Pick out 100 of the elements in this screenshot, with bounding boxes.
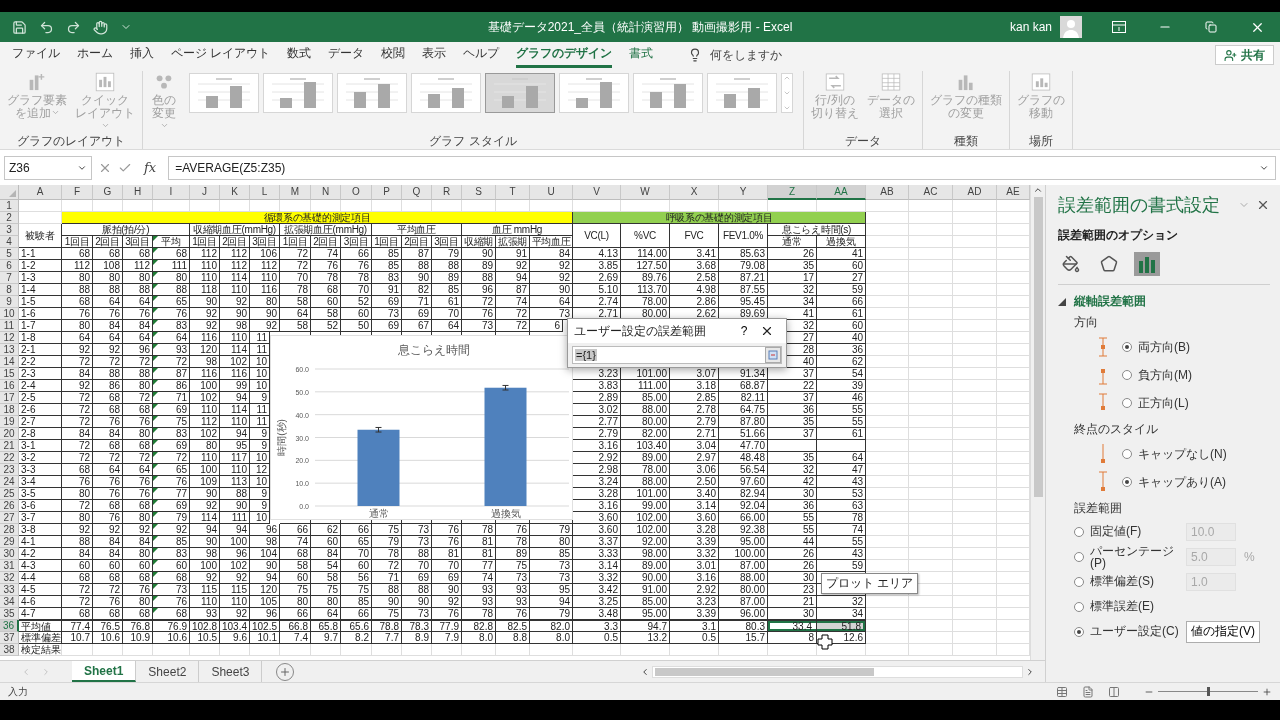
table-cell[interactable]: 115 [190,584,220,596]
table-cell[interactable]: 106 [250,248,280,260]
table-cell[interactable]: 93 [190,608,220,620]
radio-option[interactable]: キャップあり(A) [1122,473,1226,491]
table-cell[interactable]: 96 [462,284,496,296]
table-cell[interactable]: 92.04 [719,500,768,512]
table-cell[interactable]: 84 [123,536,153,548]
table-cell[interactable]: 112 [220,248,250,260]
table-cell[interactable]: 3.85 [573,260,621,272]
table-cell[interactable]: 58 [280,296,311,308]
table-cell[interactable]: 3.39 [670,536,719,548]
normal-view-icon[interactable] [1056,685,1068,698]
table-cell[interactable]: 76 [123,308,153,320]
table-cell[interactable]: 30 [768,572,817,584]
table-cell[interactable]: 68 [62,464,93,476]
table-cell[interactable]: 74 [311,248,341,260]
row-header[interactable]: 29 [0,536,19,548]
table-cell[interactable]: 110 [220,332,250,344]
table-cell[interactable]: 92 [93,524,123,536]
table-cell[interactable]: 88.00 [621,476,670,488]
table-cell[interactable]: 83 [153,548,190,560]
table-cell[interactable]: 103.4 [220,620,250,632]
table-cell[interactable]: 73 [372,308,402,320]
table-cell[interactable]: 62 [311,524,341,536]
table-cell[interactable]: 64 [530,296,573,308]
table-cell[interactable]: 52 [341,296,372,308]
table-cell[interactable]: 93 [496,584,530,596]
table-cell[interactable]: 64 [93,464,123,476]
table-cell[interactable]: 5.10 [573,284,621,296]
table-cell[interactable]: 108 [93,260,123,272]
table-cell[interactable]: 112 [190,416,220,428]
table-cell[interactable]: 72 [62,596,93,608]
table-cell[interactable]: 72 [153,356,190,368]
column-header[interactable]: W [621,185,670,200]
table-cell[interactable]: 64 [311,608,341,620]
table-cell[interactable]: 68.87 [719,380,768,392]
table-cell[interactable]: 78 [462,524,496,536]
table-cell[interactable]: 68 [123,440,153,452]
table-cell[interactable]: 64 [432,320,462,332]
table-cell[interactable]: 112 [62,260,93,272]
table-cell[interactable]: 68 [93,608,123,620]
table-cell[interactable]: 96 [220,548,250,560]
table-cell[interactable]: 88 [62,536,93,548]
table-cell[interactable]: 89 [496,548,530,560]
table-cell[interactable]: 68 [62,296,93,308]
table-cell[interactable]: 94 [496,272,530,284]
ribbon-tab[interactable]: 校閲 [381,42,406,68]
table-cell[interactable]: 92 [190,308,220,320]
table-cell[interactable]: 73 [153,584,190,596]
input-field[interactable]: ={1} [572,346,782,364]
table-cell[interactable]: 91 [496,248,530,260]
radio-option[interactable]: 正方向(L) [1122,394,1189,412]
table-cell[interactable]: 84 [62,548,93,560]
table-cell[interactable]: 11 [250,416,270,428]
radio-option[interactable]: 標準誤差(E) [1074,598,1182,615]
table-cell[interactable]: 80 [62,488,93,500]
table-cell[interactable]: 63 [817,500,866,512]
table-cell[interactable]: 68 [123,500,153,512]
table-cell[interactable]: 90 [402,596,432,608]
table-cell[interactable]: 78 [280,284,311,296]
column-header[interactable]: AD [953,185,997,200]
table-cell[interactable]: 64.75 [719,404,768,416]
column-header[interactable]: N [311,185,341,200]
table-cell[interactable]: 97.60 [719,476,768,488]
table-cell[interactable]: 91.34 [719,368,768,380]
table-cell[interactable]: 90 [190,536,220,548]
table-cell[interactable]: 3.16 [573,440,621,452]
table-cell[interactable]: 71 [153,392,190,404]
close-icon[interactable] [760,324,774,338]
table-cell[interactable]: 76 [341,260,372,272]
table-cell[interactable]: 70 [280,272,311,284]
table-cell[interactable]: 114.00 [621,248,670,260]
table-cell[interactable]: 83 [372,272,402,284]
row-header[interactable]: 22 [0,452,19,464]
table-cell[interactable]: 65.6 [341,620,372,632]
table-cell[interactable]: 3.83 [573,380,621,392]
table-cell[interactable]: 46 [817,392,866,404]
table-cell[interactable]: 70 [341,284,372,296]
table-cell[interactable]: 84 [62,368,93,380]
table-cell[interactable]: 59 [817,284,866,296]
vertical-scrollbar[interactable] [1030,185,1045,660]
table-cell[interactable]: 3.14 [573,560,621,572]
table-cell[interactable]: 72 [62,452,93,464]
table-cell[interactable]: 76 [123,584,153,596]
table-cell[interactable]: 2.86 [670,296,719,308]
table-cell[interactable]: 115 [220,584,250,596]
row-header[interactable]: 1 [0,200,19,212]
table-cell[interactable]: 60 [311,536,341,548]
table-cell[interactable]: 36 [768,500,817,512]
table-cell[interactable]: 30 [768,608,817,620]
table-cell[interactable]: 84 [311,548,341,560]
table-cell[interactable]: 73 [530,572,573,584]
table-cell[interactable]: 110 [190,260,220,272]
table-cell[interactable]: 92 [432,596,462,608]
table-cell[interactable]: 76 [153,476,190,488]
table-cell[interactable]: 4.98 [670,284,719,296]
table-cell[interactable]: 70 [432,308,462,320]
table-cell[interactable]: 65 [153,296,190,308]
table-cell[interactable]: 4-4 [19,572,62,584]
table-cell[interactable]: 68 [311,284,341,296]
